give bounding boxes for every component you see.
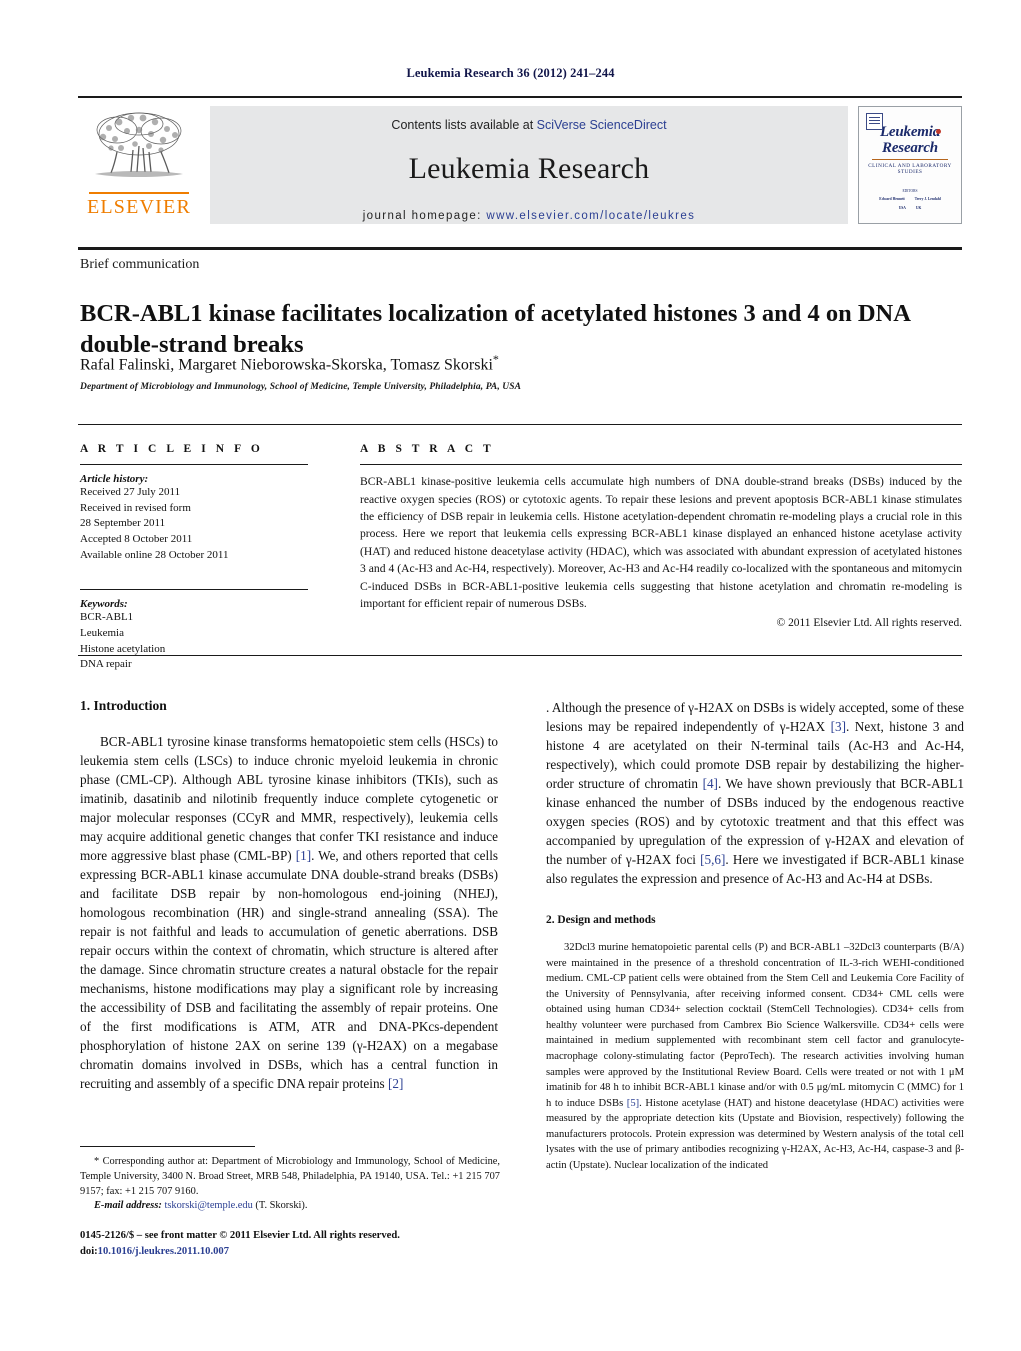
article-history-1: Received in revised form [80, 501, 191, 514]
article-info-heading: A R T I C L E I N F O [80, 443, 264, 455]
citation-3[interactable]: [3] [831, 719, 846, 734]
elsevier-logo: ELSEVIER [78, 98, 200, 230]
journal-cover-thumbnail: Leukemia Research CLINICAL AND LABORATOR… [858, 106, 962, 224]
article-history-0: Received 27 July 2011 [80, 486, 181, 499]
author-names: Rafal Falinski, Margaret Nieborowska-Sko… [80, 356, 493, 374]
cover-divider [872, 158, 948, 160]
abstract-text: BCR-ABL1 kinase-positive leukemia cells … [360, 475, 962, 610]
journal-homepage-line: journal homepage: www.elsevier.com/locat… [363, 210, 696, 222]
footnote-divider [80, 1146, 255, 1147]
email-address-label: E-mail address: [94, 1200, 162, 1212]
sciencedirect-link[interactable]: SciVerse ScienceDirect [537, 118, 667, 132]
article-history-4: Available online 28 October 2011 [80, 548, 229, 561]
introduction-paragraph-part1: BCR-ABL1 tyrosine kinase transforms hema… [80, 732, 498, 1093]
cover-editor-2-location: UK [915, 205, 922, 210]
contents-prefix: Contents lists available at [391, 118, 537, 132]
keywords-label: Keywords: [80, 598, 128, 611]
article-history-label: Article history: [80, 473, 149, 486]
cover-editor-1: Edward Henneit [879, 197, 905, 202]
intro-text-a: BCR-ABL1 tyrosine kinase transforms hema… [80, 734, 498, 863]
author-affiliation: Department of Microbiology and Immunolog… [80, 382, 522, 392]
cover-editor-1-location: USA [898, 205, 906, 210]
article-type-label: Brief communication [80, 257, 200, 272]
citation-4[interactable]: [4] [703, 776, 718, 791]
keyword-0: BCR-ABL1 [80, 611, 134, 624]
author-list: Rafal Falinski, Margaret Nieborowska-Sko… [80, 352, 960, 374]
doi-line: doi:10.1016/j.leukres.2011.10.007 [80, 1244, 510, 1260]
intro-text-b: . We, and others reported that cells exp… [80, 848, 498, 1091]
footnote-text: Corresponding author at: Department of M… [80, 1156, 500, 1197]
elsevier-tree-icon [95, 112, 183, 177]
abstract-divider [360, 464, 962, 466]
abstract-heading: A B S T R A C T [360, 443, 495, 455]
methods-text-a: 32Dcl3 murine hematopoietic parental cel… [546, 942, 964, 1109]
keyword-3: DNA repair [80, 658, 132, 671]
article-info-divider-mid [80, 589, 308, 591]
colophon: 0145-2126/$ – see front matter © 2011 El… [80, 1228, 510, 1260]
article-history-2: 28 September 2011 [80, 517, 166, 530]
front-matter-line: 0145-2126/$ – see front matter © 2011 El… [80, 1230, 400, 1241]
running-head: Leukemia Research 36 (2012) 241–244 [406, 66, 615, 80]
article-info-abstract-block: A R T I C L E I N F O Article history: R… [78, 424, 962, 670]
introduction-paragraph-part2: . Although the presence of γ-H2AX on DSB… [546, 698, 964, 888]
citation-5-methods[interactable]: [5] [627, 1098, 639, 1109]
doi-label: doi: [80, 1245, 98, 1257]
article-first-page: Leukemia Research 36 (2012) 241–244 ELSE… [0, 0, 1021, 1351]
citation-2[interactable]: [2] [388, 1076, 403, 1091]
article-info-column: A R T I C L E I N F O Article history: R… [78, 425, 328, 670]
abstract-copyright: © 2011 Elsevier Ltd. All rights reserved… [776, 617, 962, 630]
body-column-left: 1. Introduction BCR-ABL1 tyrosine kinase… [80, 698, 498, 1173]
doi-value[interactable]: 10.1016/j.leukres.2011.10.007 [98, 1246, 229, 1257]
body-column-right: . Although the presence of γ-H2AX on DSB… [546, 698, 964, 1173]
article-history-3: Accepted 8 October 2011 [80, 533, 193, 546]
section-heading-design-and-methods: 2. Design and methods [546, 914, 656, 926]
cover-subtitle: CLINICAL AND LABORATORY STUDIES [868, 163, 952, 175]
article-header-divider [78, 247, 962, 250]
citation-1[interactable]: [1] [296, 848, 311, 863]
footnote-email-line: E-mail address: tskorski@temple.edu (T. … [80, 1199, 500, 1214]
citation-5-6[interactable]: [5,6] [700, 852, 725, 867]
cover-editor-block: EDITORS Edward Henneit Terry J. Lendahl … [879, 189, 940, 211]
article-info-divider-top [80, 464, 308, 466]
journal-title: Leukemia Research [408, 152, 650, 185]
email-address-link[interactable]: tskorski@temple.edu [164, 1200, 252, 1211]
elsevier-wordmark: ELSEVIER [86, 195, 192, 218]
keyword-1: Leukemia [80, 627, 124, 640]
cover-accent-dot-icon [936, 129, 941, 134]
elsevier-divider [89, 192, 189, 194]
abstract-column: A B S T R A C T BCR-ABL1 kinase-positive… [328, 425, 962, 655]
methods-paragraph: 32Dcl3 murine hematopoietic parental cel… [546, 940, 964, 1173]
footnote-marker: * [94, 1156, 100, 1167]
cover-editor-2: Terry J. Lendahl [914, 197, 941, 202]
article-body: 1. Introduction BCR-ABL1 tyrosine kinase… [80, 698, 964, 1173]
journal-band: Contents lists available at SciVerse Sci… [210, 106, 848, 224]
section-heading-introduction: 1. Introduction [80, 698, 167, 713]
cover-editors-label: EDITORS [902, 189, 918, 193]
homepage-prefix: journal homepage: [362, 210, 487, 222]
cover-title: Leukemia Research [879, 124, 941, 157]
journal-masthead: ELSEVIER Contents lists available at Sci… [78, 96, 962, 230]
corresponding-author-marker: * [492, 352, 499, 366]
cover-title-line1: Leukemia [879, 124, 941, 140]
article-info-gap [80, 563, 308, 580]
email-owner: (T. Skorski). [252, 1200, 308, 1212]
homepage-link[interactable]: www.elsevier.com/locate/leukres [486, 210, 695, 222]
cover-publisher-badge-icon [866, 113, 883, 130]
keyword-2: Histone acetylation [80, 642, 166, 655]
cover-title-line2: Research [882, 139, 938, 156]
contents-available-line: Contents lists available at SciVerse Sci… [391, 118, 666, 132]
corresponding-author-footnote: * Corresponding author at: Department of… [80, 1155, 500, 1214]
